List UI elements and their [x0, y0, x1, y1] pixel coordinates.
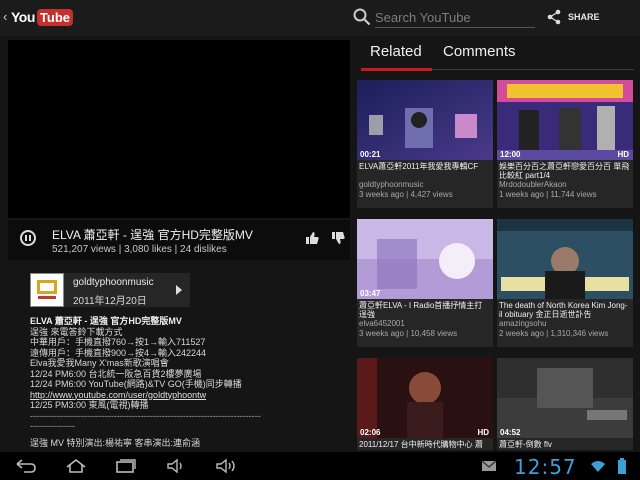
description-link[interactable]: http://www.youtube.com/user/goldtyphoont…	[30, 390, 336, 401]
system-clock[interactable]: 12:57	[514, 455, 577, 479]
related-author: goldtyphoonmusic	[359, 180, 424, 189]
video-duration: 03:47	[360, 289, 381, 298]
video-title: ELVA 蕭亞軒 - 逞強 官方HD完整版MV	[52, 228, 253, 242]
related-video-card[interactable]: The death of North Korea Kim Jong-il obi…	[497, 219, 633, 347]
tab-related[interactable]: Related	[361, 40, 432, 68]
pause-icon[interactable]	[20, 230, 36, 246]
video-duration: 12:00	[500, 150, 521, 159]
related-title: The death of North Korea Kim Jong-il obi…	[499, 301, 628, 319]
description-line: 逞強 來電答鈴下載方式	[30, 326, 123, 337]
related-video-card[interactable]: 03:47 蕭亞軒ELVA - I Radio首播抒情主打 逞強 elva645…	[357, 219, 493, 347]
description-line: 中華用戶：手機直撥760→按1→輸入711527	[30, 337, 206, 347]
back-icon[interactable]	[14, 458, 38, 474]
video-duration: 00:21	[360, 150, 381, 159]
description-line: 12/25 PM3:00 東風(電視)轉播	[30, 400, 149, 410]
wifi-icon	[591, 461, 605, 472]
system-navigation-bar: 12:57	[0, 452, 640, 480]
channel-name: goldtyphoonmusic	[73, 277, 154, 288]
related-meta: 2 weeks ago | 1,310,346 views	[499, 329, 609, 338]
related-meta: 3 weeks ago | 10,458 views	[359, 329, 458, 338]
description-line: Elva我愛我Many X'mas新歌演唱會	[30, 358, 169, 368]
related-video-card[interactable]: 02:06 HD 2011/12/17 台中新時代購物中心 蕭	[357, 358, 493, 450]
volume-up-icon[interactable]	[214, 458, 238, 474]
chevron-right-icon	[176, 285, 182, 295]
related-title: 2011/12/17 台中新時代購物中心 蕭	[359, 440, 483, 449]
description-line: 遠傳用戶：手機直撥900→按4→輸入242244	[30, 347, 207, 358]
description-title: ELVA 蕭亞軒 - 逞強 官方HD完整版MV	[30, 316, 182, 326]
upload-date: 2011年12月20日	[73, 296, 147, 307]
tab-comments[interactable]: Comments	[434, 40, 634, 68]
related-video-card[interactable]: 04:52 蕭亞軒-倒數 flv	[497, 358, 633, 450]
recent-apps-icon[interactable]	[114, 458, 138, 474]
search-input[interactable]	[375, 8, 535, 28]
related-meta: 1 weeks ago | 11,744 views	[499, 190, 597, 199]
video-description: ELVA 蕭亞軒 - 逞強 官方HD完整版MV 逞強 來電答鈴下載方式 中華用戶…	[30, 316, 336, 448]
related-title: 娛樂百分百之蕭亞軒戀愛百分百 單飛比較紅 part1/4	[499, 162, 630, 180]
related-title: ELVA蕭亞軒2011年我愛我專輯CF	[359, 162, 479, 171]
channel-logo-icon	[37, 280, 57, 299]
description-separator: ----------------------------------------…	[30, 410, 261, 421]
related-title: 蕭亞軒ELVA - I Radio首播抒情主打 逞強	[359, 301, 483, 319]
channel-avatar	[30, 273, 64, 307]
video-info-bar: ELVA 蕭亞軒 - 逞強 官方HD完整版MV 521,207 views | …	[8, 220, 350, 260]
video-thumbnail	[497, 358, 633, 438]
share-button[interactable]: SHARE	[546, 7, 600, 27]
thumbs-down-icon[interactable]	[330, 230, 346, 246]
hd-badge: HD	[617, 150, 629, 159]
battery-icon	[618, 458, 626, 474]
description-line: 12/24 PM6:00 YouTube(網路)&TV GO(手機)同步轉播	[30, 379, 242, 389]
related-author: elva6452001	[359, 319, 405, 328]
related-author: amazingsohu	[499, 319, 547, 328]
hd-badge: HD	[477, 428, 489, 437]
channel-button[interactable]: goldtyphoonmusic 2011年12月20日	[30, 273, 190, 307]
related-video-card[interactable]: 12:00 HD 娛樂百分百之蕭亞軒戀愛百分百 單飛比較紅 part1/4 Mr…	[497, 80, 633, 208]
tab-selected-indicator	[361, 68, 432, 71]
related-video-card[interactable]: 00:21 ELVA蕭亞軒2011年我愛我專輯CF goldtyphoonmus…	[357, 80, 493, 208]
description-line: 12/24 PM6:00 台北統一阪急百貨2樓夢廣場	[30, 368, 202, 379]
related-title: 蕭亞軒-倒數 flv	[499, 440, 552, 449]
video-thumbnail	[357, 358, 493, 438]
video-thumbnail	[497, 80, 633, 160]
back-chevron-icon[interactable]: ‹	[3, 9, 7, 24]
share-icon	[547, 9, 561, 25]
volume-down-icon[interactable]	[164, 458, 188, 474]
gmail-notification-icon[interactable]	[481, 458, 497, 474]
video-duration: 04:52	[500, 428, 521, 437]
logo-tube-text: Tube	[36, 8, 73, 26]
video-thumbnail	[357, 80, 493, 160]
thumbs-up-icon[interactable]	[304, 230, 320, 246]
related-author: MrdodoublerAkaon	[499, 180, 567, 189]
tab-divider	[432, 69, 634, 70]
description-line: 逞強 MV 特別演出:楊祐寧 客串演出:連俞涵	[30, 437, 201, 448]
video-duration: 02:06	[360, 428, 381, 437]
video-stats: 521,207 views | 3,080 likes | 24 dislike…	[52, 244, 227, 255]
logo-you-text: You	[11, 9, 35, 25]
share-label: SHARE	[568, 12, 600, 22]
search-icon[interactable]	[353, 8, 371, 26]
youtube-logo[interactable]: You Tube	[11, 8, 73, 26]
video-thumbnail	[357, 219, 493, 299]
description-separator-2: ---------------	[30, 421, 75, 431]
home-icon[interactable]	[64, 458, 88, 474]
related-meta: 3 weeks ago | 4,427 views	[359, 190, 453, 199]
video-player[interactable]	[8, 40, 350, 218]
video-thumbnail	[497, 219, 633, 299]
action-bar: ‹ You Tube SHARE	[0, 0, 640, 36]
